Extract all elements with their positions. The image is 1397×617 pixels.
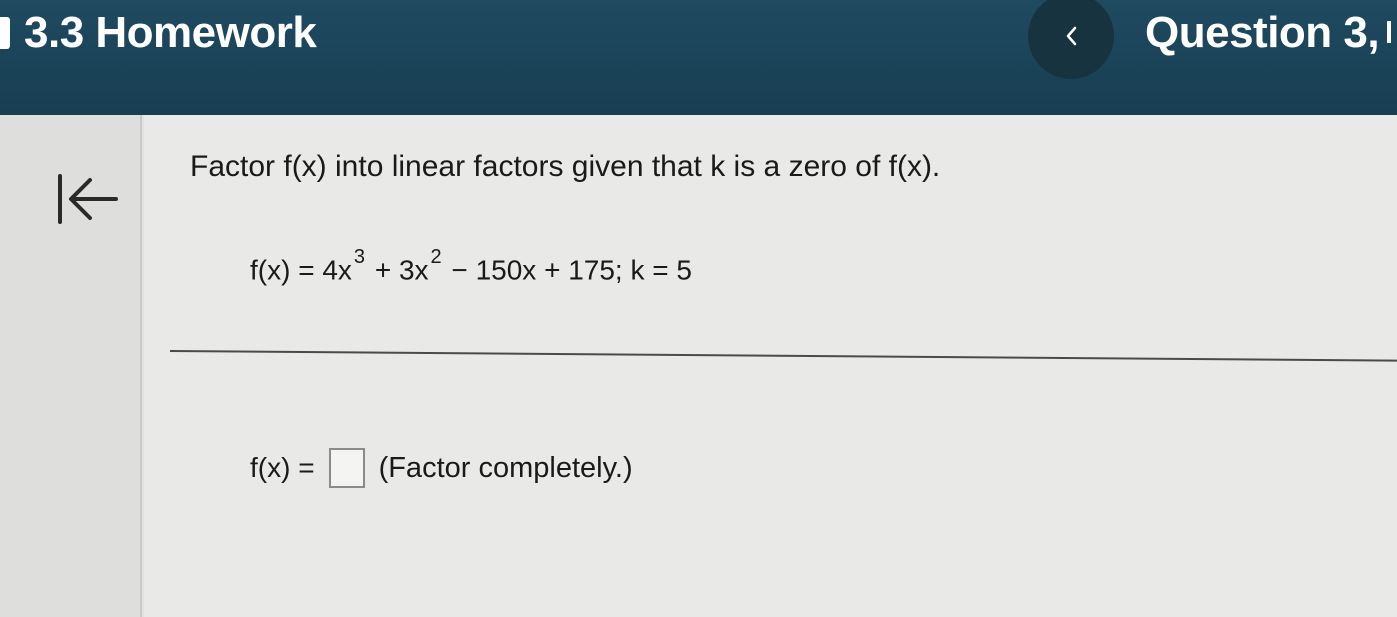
equation-middle: + 3x <box>367 254 429 286</box>
chevron-left-icon <box>1066 26 1077 46</box>
answer-row: f(x) = (Factor completely.) <box>250 448 633 488</box>
equation-exponent-2: 2 <box>430 246 442 268</box>
question-title-text: Question 3, <box>1145 8 1380 57</box>
answer-hint: (Factor completely.) <box>378 451 633 484</box>
equation-rest: − 150x + 175; k = 5 <box>443 254 692 286</box>
previous-question-button[interactable] <box>1028 0 1114 79</box>
title-trail-mark <box>1387 21 1392 43</box>
question-equation: f(x) = 4x 3 + 3x 2 − 150x + 175; k = 5 <box>250 246 692 286</box>
arrow-left-to-bar-icon <box>58 174 118 224</box>
equation-lhs: f(x) = 4x <box>250 254 352 286</box>
question-panel <box>144 115 1397 617</box>
question-instruction: Factor f(x) into linear factors given th… <box>190 150 941 183</box>
answer-input[interactable] <box>328 448 365 488</box>
collapse-panel-button[interactable] <box>50 170 120 230</box>
top-header: 3.3 Homework Question 3, <box>0 0 1397 115</box>
answer-label: f(x) = <box>250 452 315 483</box>
question-title: Question 3, <box>1145 8 1392 58</box>
assignment-title-text: 3.3 Homework <box>24 8 317 57</box>
assignment-title: 3.3 Homework <box>0 8 317 58</box>
title-edge-mark <box>0 17 10 49</box>
equation-exponent-3: 3 <box>353 246 366 268</box>
